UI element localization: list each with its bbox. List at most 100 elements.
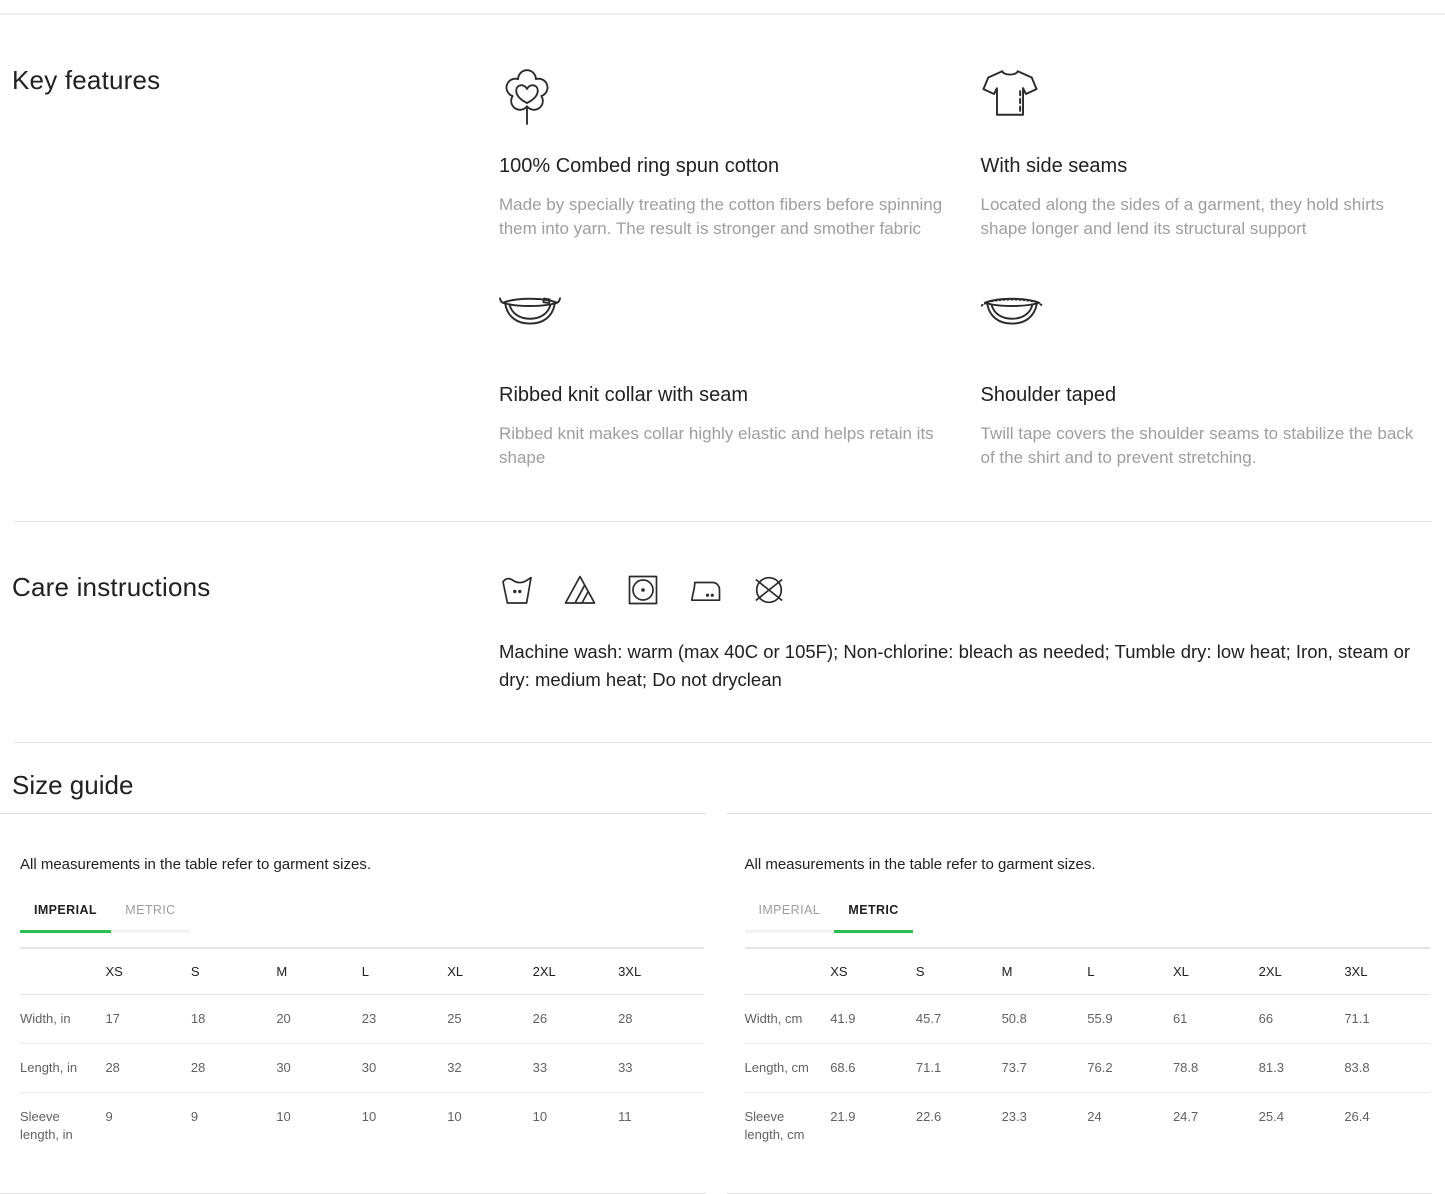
table-cell: 22.6 [916,1093,1002,1160]
size-table-imperial: XS S M L XL 2XL 3XL Width, in 17 18 20 2… [20,947,704,1159]
table-cell: 18 [191,995,276,1044]
table-cell: 28 [105,1044,190,1093]
table-cell: 26.4 [1344,1093,1430,1160]
do-not-dryclean-icon [751,572,787,608]
size-guide-panel-metric: All measurements in the table refer to g… [727,813,1433,1194]
table-cell: 9 [191,1093,276,1160]
table-cell: 25 [447,995,532,1044]
feature-description: Located along the sides of a garment, th… [981,193,1431,240]
non-chlorine-bleach-icon [562,572,598,608]
table-cell: 24.7 [1173,1093,1259,1160]
table-cell: 73.7 [1002,1044,1088,1093]
feature-title: With side seams [981,155,1431,178]
table-cell: 11 [618,1093,703,1160]
corner-cell [745,948,831,995]
size-guide-panel-imperial: All measurements in the table refer to g… [0,813,706,1194]
table-cell: 25.4 [1259,1093,1345,1160]
table-cell: 81.3 [1259,1044,1345,1093]
column-header: XS [830,948,916,995]
feature-title: Ribbed knit collar with seam [499,384,949,407]
feature-title: 100% Combed ring spun cotton [499,155,949,178]
table-cell: 78.8 [1173,1044,1259,1093]
table-cell: 68.6 [830,1044,916,1093]
table-header-row: XS S M L XL 2XL 3XL [20,948,704,995]
ribbed-collar-icon [499,294,949,360]
column-header: 2XL [533,948,618,995]
care-instructions-body: Machine wash: warm (max 40C or 105F); No… [499,572,1432,694]
care-instructions-section: Care instructions [0,522,1445,742]
measurements-note: All measurements in the table refer to g… [20,856,704,873]
key-features-section: Key features 100% Combed ring spun cotto… [0,15,1445,521]
row-label: Width, in [20,995,105,1044]
table-cell: 28 [618,995,703,1044]
column-header: XL [1173,948,1259,995]
iron-medium-icon [688,572,724,608]
table-cell: 9 [105,1093,190,1160]
table-cell: 50.8 [1002,995,1088,1044]
feature-ribbed-collar: Ribbed knit collar with seam Ribbed knit… [499,294,949,469]
row-label: Length, in [20,1044,105,1093]
table-row: Length, in 28 28 30 30 32 33 33 [20,1044,704,1093]
column-header: S [191,948,276,995]
feature-description: Made by specially treating the cotton fi… [499,193,949,240]
column-header: 3XL [618,948,703,995]
table-cell: 17 [105,995,190,1044]
column-header: S [916,948,1002,995]
taped-collar-icon [981,294,1431,360]
row-label: Sleeve length, in [20,1093,105,1160]
column-header: L [362,948,447,995]
size-table-metric: XS S M L XL 2XL 3XL Width, cm 41.9 45.7 … [745,947,1431,1159]
table-cell: 32 [447,1044,532,1093]
column-header: 3XL [1344,948,1430,995]
table-cell: 45.7 [916,995,1002,1044]
corner-cell [20,948,105,995]
table-cell: 10 [362,1093,447,1160]
table-row: Width, cm 41.9 45.7 50.8 55.9 61 66 71.1 [745,995,1431,1044]
feature-cotton: 100% Combed ring spun cotton Made by spe… [499,65,949,240]
table-cell: 10 [447,1093,532,1160]
tab-metric[interactable]: METRIC [834,903,913,933]
table-cell: 33 [533,1044,618,1093]
features-grid: 100% Combed ring spun cotton Made by spe… [499,65,1432,521]
row-label: Sleeve length, cm [745,1093,831,1160]
table-cell: 61 [1173,995,1259,1044]
care-instructions-text: Machine wash: warm (max 40C or 105F); No… [499,638,1432,694]
row-label: Length, cm [745,1044,831,1093]
table-cell: 10 [533,1093,618,1160]
size-guide-heading: Size guide [12,770,1432,801]
table-cell: 28 [191,1044,276,1093]
tab-imperial[interactable]: IMPERIAL [745,903,835,933]
table-cell: 26 [533,995,618,1044]
column-header: M [276,948,361,995]
table-cell: 71.1 [916,1044,1002,1093]
table-cell: 41.9 [830,995,916,1044]
machine-wash-warm-icon [499,572,535,608]
table-cell: 83.8 [1344,1044,1430,1093]
table-cell: 33 [618,1044,703,1093]
column-header: M [1002,948,1088,995]
table-cell: 76.2 [1087,1044,1173,1093]
cotton-flower-icon [499,65,949,131]
table-cell: 20 [276,995,361,1044]
column-header: 2XL [1259,948,1345,995]
table-cell: 55.9 [1087,995,1173,1044]
table-row: Sleeve length, cm 21.9 22.6 23.3 24 24.7… [745,1093,1431,1160]
feature-side-seams: With side seams Located along the sides … [981,65,1431,240]
tumble-dry-low-icon [625,572,661,608]
table-cell: 30 [362,1044,447,1093]
table-cell: 66 [1259,995,1345,1044]
table-cell: 21.9 [830,1093,916,1160]
tab-imperial[interactable]: IMPERIAL [20,903,111,933]
feature-description: Ribbed knit makes collar highly elastic … [499,422,949,469]
feature-title: Shoulder taped [981,384,1431,407]
tab-metric[interactable]: METRIC [111,903,190,933]
unit-tabs: IMPERIAL METRIC [20,903,704,933]
care-instructions-heading: Care instructions [12,572,499,694]
table-cell: 23.3 [1002,1093,1088,1160]
table-cell: 71.1 [1344,995,1430,1044]
table-header-row: XS S M L XL 2XL 3XL [745,948,1431,995]
unit-tabs: IMPERIAL METRIC [745,903,1431,933]
table-cell: 10 [276,1093,361,1160]
table-cell: 23 [362,995,447,1044]
table-row: Length, cm 68.6 71.1 73.7 76.2 78.8 81.3… [745,1044,1431,1093]
